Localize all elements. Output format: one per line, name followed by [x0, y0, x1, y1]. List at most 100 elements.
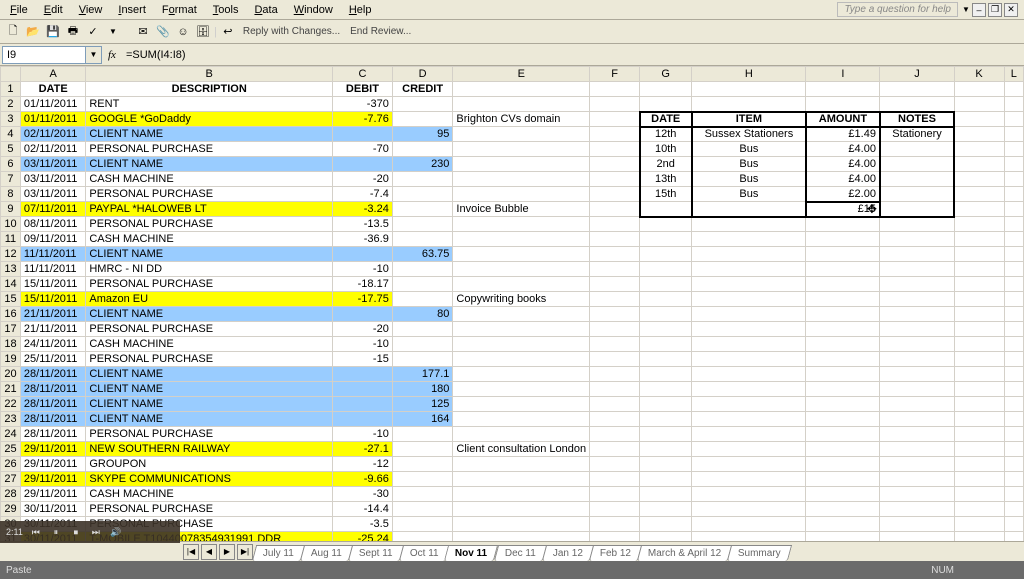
cell[interactable] [453, 487, 590, 502]
col-header-A[interactable]: A [20, 67, 85, 82]
cell[interactable] [954, 142, 1004, 157]
cell[interactable]: -3.24 [333, 202, 393, 217]
cell[interactable]: -70 [333, 142, 393, 157]
row-header[interactable]: 27 [1, 472, 21, 487]
cell[interactable] [1004, 487, 1023, 502]
row-header[interactable]: 24 [1, 427, 21, 442]
cell[interactable] [954, 97, 1004, 112]
cell[interactable] [453, 247, 590, 262]
row-header[interactable]: 18 [1, 337, 21, 352]
cell[interactable] [640, 517, 692, 532]
cell[interactable] [590, 187, 640, 202]
cell[interactable]: HMRC - NI DD [86, 262, 333, 277]
cell[interactable]: CLIENT NAME [86, 127, 333, 142]
cell[interactable]: 28/11/2011 [20, 397, 85, 412]
open-icon[interactable]: 📂 [24, 23, 42, 41]
cell[interactable] [453, 502, 590, 517]
cell[interactable]: 15th [640, 187, 692, 202]
cell[interactable] [880, 472, 954, 487]
cell[interactable]: 230 [392, 157, 453, 172]
cell[interactable]: DATE [20, 82, 85, 97]
cell[interactable] [954, 532, 1004, 542]
toolbar-dropdown-icon[interactable]: ▼ [104, 23, 122, 41]
cell[interactable] [806, 97, 880, 112]
cell[interactable] [880, 442, 954, 457]
toolbar-endreview-label[interactable]: End Review... [346, 26, 415, 37]
cell[interactable]: PERSONAL PURCHASE [86, 502, 333, 517]
cell[interactable] [1004, 457, 1023, 472]
menu-format[interactable]: Format [154, 2, 205, 18]
col-header-G[interactable]: G [640, 67, 692, 82]
cell[interactable] [590, 337, 640, 352]
menu-window[interactable]: Window [286, 2, 341, 18]
cell[interactable] [590, 502, 640, 517]
cell[interactable]: NEW SOUTHERN RAILWAY [86, 442, 333, 457]
sheet-tab[interactable]: Jan 12 [541, 545, 593, 561]
row-header[interactable]: 2 [1, 97, 21, 112]
cell[interactable] [954, 472, 1004, 487]
row-header[interactable]: 9 [1, 202, 21, 217]
cell[interactable] [392, 427, 453, 442]
new-doc-icon[interactable]: 🗋 [4, 23, 22, 41]
cell[interactable]: Sussex Stationers [692, 127, 806, 142]
cell[interactable] [692, 427, 806, 442]
cell[interactable] [392, 202, 453, 217]
cell[interactable] [1004, 277, 1023, 292]
media-pause-icon[interactable]: ⏸ [49, 525, 63, 539]
cell[interactable] [590, 322, 640, 337]
cell[interactable] [392, 292, 453, 307]
cell[interactable] [806, 217, 880, 232]
cell[interactable] [880, 157, 954, 172]
cell[interactable] [640, 217, 692, 232]
cell[interactable]: Amazon EU [86, 292, 333, 307]
cell[interactable] [590, 382, 640, 397]
cell[interactable] [392, 532, 453, 542]
cell[interactable] [954, 322, 1004, 337]
media-next-icon[interactable]: ⏭ [89, 525, 103, 539]
cell[interactable] [453, 397, 590, 412]
cell[interactable] [954, 457, 1004, 472]
cell[interactable] [392, 97, 453, 112]
cell[interactable] [333, 382, 393, 397]
cell[interactable]: £4.00 [806, 157, 880, 172]
help-dropdown-icon[interactable]: ▼ [962, 5, 972, 14]
cell[interactable] [692, 367, 806, 382]
cell[interactable] [590, 142, 640, 157]
col-header-I[interactable]: I [806, 67, 880, 82]
cell[interactable]: Stationery [880, 127, 954, 142]
mail-icon[interactable]: ✉ [134, 23, 152, 41]
cell[interactable]: 08/11/2011 [20, 217, 85, 232]
cell[interactable] [453, 532, 590, 542]
cell[interactable] [806, 532, 880, 542]
cell[interactable] [880, 277, 954, 292]
cell[interactable] [692, 217, 806, 232]
sheet-tab[interactable]: Dec 11 [493, 545, 546, 561]
cell[interactable] [880, 502, 954, 517]
cell[interactable] [806, 487, 880, 502]
row-header[interactable]: 29 [1, 502, 21, 517]
spreadsheet-grid[interactable]: ABCDEFGHIJKL1DATEDESCRIPTIONDEBITCREDIT2… [0, 66, 1024, 541]
cell[interactable]: CLIENT NAME [86, 367, 333, 382]
cell[interactable] [333, 157, 393, 172]
cell[interactable]: -14.4 [333, 502, 393, 517]
cell[interactable]: -10 [333, 427, 393, 442]
minimize-button[interactable]: – [972, 3, 986, 17]
cell[interactable] [954, 292, 1004, 307]
cell[interactable]: 180 [392, 382, 453, 397]
cell[interactable] [806, 262, 880, 277]
menu-edit[interactable]: Edit [36, 2, 71, 18]
cell[interactable] [692, 352, 806, 367]
cell[interactable] [590, 262, 640, 277]
cell[interactable] [590, 487, 640, 502]
cell[interactable] [954, 217, 1004, 232]
tab-nav-last[interactable]: ▶| [237, 544, 253, 560]
cell[interactable] [590, 472, 640, 487]
cell[interactable] [880, 532, 954, 542]
cell[interactable] [333, 367, 393, 382]
cell[interactable] [954, 352, 1004, 367]
cell[interactable] [453, 172, 590, 187]
cell[interactable] [1004, 532, 1023, 542]
cell[interactable] [692, 97, 806, 112]
row-header[interactable]: 28 [1, 487, 21, 502]
sheet-tab[interactable]: July 11 [252, 545, 305, 561]
